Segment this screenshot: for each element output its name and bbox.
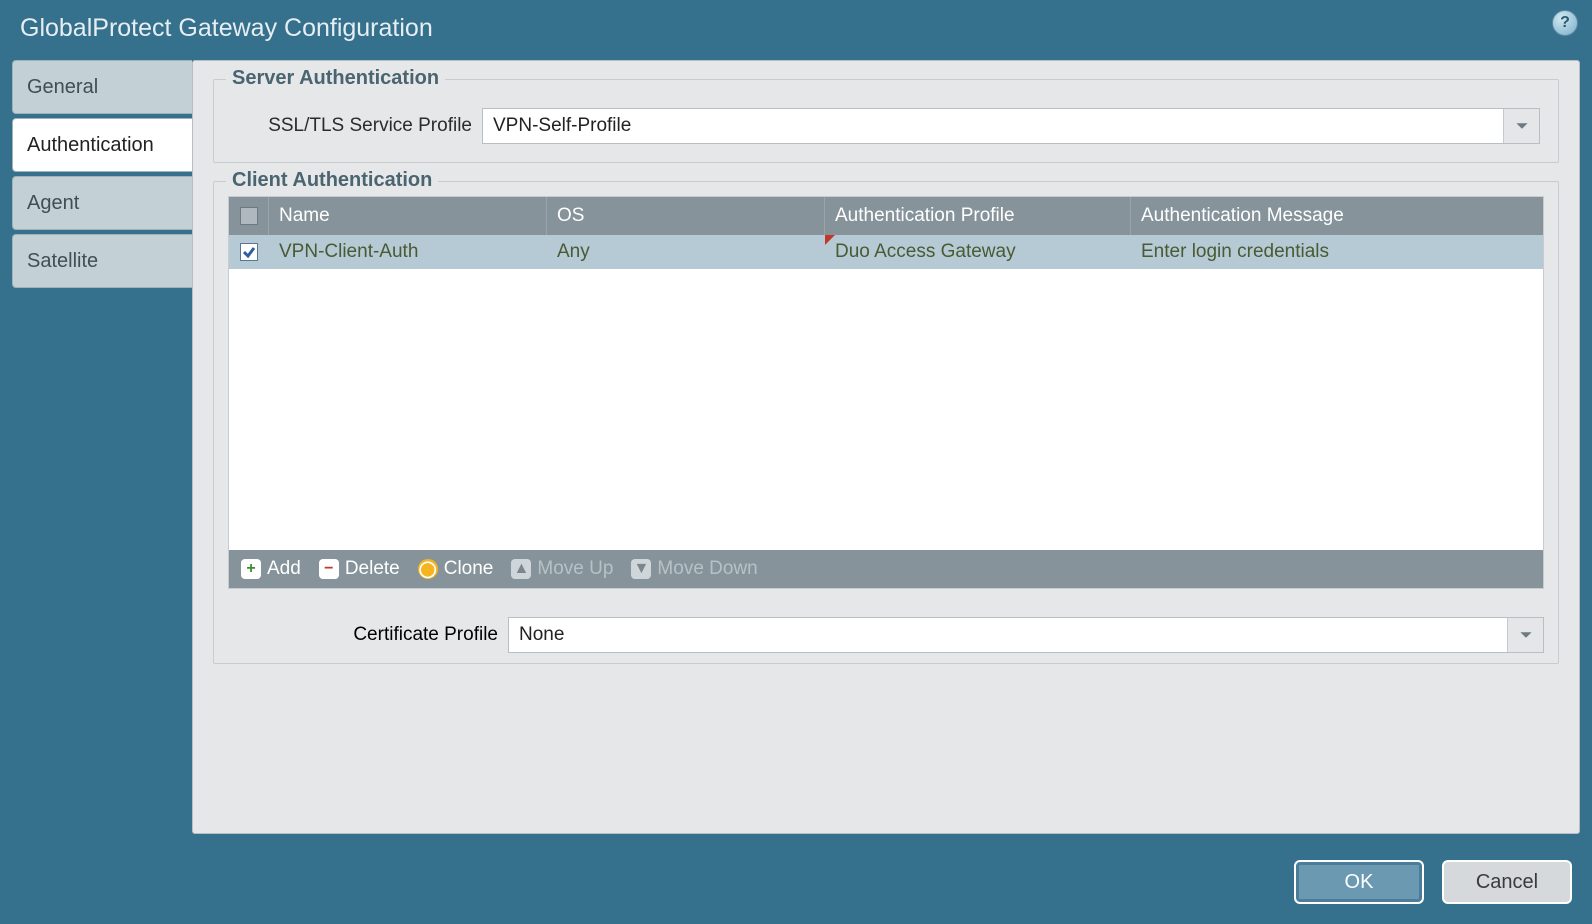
minus-icon: − [319,559,339,579]
checkbox-checked-icon[interactable] [240,243,258,261]
col-auth-profile[interactable]: Authentication Profile [825,197,1131,235]
add-button[interactable]: + Add [241,558,301,580]
tab-label: Authentication [27,134,154,157]
cell-auth-message: Enter login credentials [1131,235,1543,269]
ssl-profile-value: VPN-Self-Profile [483,115,1503,137]
ok-button[interactable]: OK [1294,860,1424,904]
ssl-profile-row: SSL/TLS Service Profile VPN-Self-Profile [232,108,1540,144]
arrow-down-icon: ▼ [631,559,651,579]
clone-button[interactable]: ◯ Clone [418,558,494,580]
tab-authentication[interactable]: Authentication [12,118,192,172]
tab-satellite[interactable]: Satellite [12,234,192,288]
table-body: VPN-Client-Auth Any Duo Access Gateway E… [229,235,1543,550]
col-name[interactable]: Name [269,197,547,235]
certificate-profile-dropdown[interactable]: None [508,617,1544,653]
certificate-profile-label: Certificate Profile [228,624,508,646]
col-auth-message[interactable]: Authentication Message [1131,197,1543,235]
ssl-profile-label: SSL/TLS Service Profile [232,115,482,137]
tab-general[interactable]: General [12,60,192,114]
delete-button[interactable]: − Delete [319,558,400,580]
client-auth-legend: Client Authentication [226,169,438,192]
ssl-profile-dropdown[interactable]: VPN-Self-Profile [482,108,1540,144]
tab-label: Agent [27,192,79,215]
table-header: Name OS Authentication Profile Authentic… [229,197,1543,235]
client-auth-table: Name OS Authentication Profile Authentic… [228,196,1544,589]
move-up-button[interactable]: ▲ Move Up [511,558,613,580]
cancel-button[interactable]: Cancel [1442,860,1572,904]
move-down-button[interactable]: ▼ Move Down [631,558,757,580]
tab-label: General [27,76,98,99]
cell-name: VPN-Client-Auth [269,235,547,269]
server-auth-legend: Server Authentication [226,67,445,90]
table-row[interactable]: VPN-Client-Auth Any Duo Access Gateway E… [229,235,1543,269]
header-checkbox-cell[interactable] [229,197,269,235]
cell-os: Any [547,235,825,269]
checkbox-icon[interactable] [240,207,258,225]
dialog-title: GlobalProtect Gateway Configuration [20,14,433,43]
dialog-footer: OK Cancel [1294,860,1572,904]
tab-label: Satellite [27,250,98,273]
content-panel: Server Authentication SSL/TLS Service Pr… [192,60,1580,834]
plus-icon: + [241,559,261,579]
server-auth-fieldset: Server Authentication SSL/TLS Service Pr… [213,79,1559,163]
dialog-titlebar: GlobalProtect Gateway Configuration ? [0,0,1592,56]
sidebar: General Authentication Agent Satellite [12,60,192,834]
chevron-down-icon[interactable] [1507,618,1543,652]
certificate-profile-value: None [509,624,1507,646]
help-icon[interactable]: ? [1552,10,1578,36]
col-os[interactable]: OS [547,197,825,235]
table-toolbar: + Add − Delete ◯ Clone ▲ Move Up [229,550,1543,588]
dirty-flag-icon [825,235,835,245]
certificate-profile-row: Certificate Profile None [228,617,1544,653]
clone-icon: ◯ [418,559,438,579]
row-checkbox-cell[interactable] [229,235,269,269]
client-auth-fieldset: Client Authentication Name OS Authentica… [213,181,1559,664]
tab-agent[interactable]: Agent [12,176,192,230]
cell-auth-profile: Duo Access Gateway [825,235,1131,269]
chevron-down-icon[interactable] [1503,109,1539,143]
arrow-up-icon: ▲ [511,559,531,579]
workspace: General Authentication Agent Satellite S… [12,60,1580,834]
